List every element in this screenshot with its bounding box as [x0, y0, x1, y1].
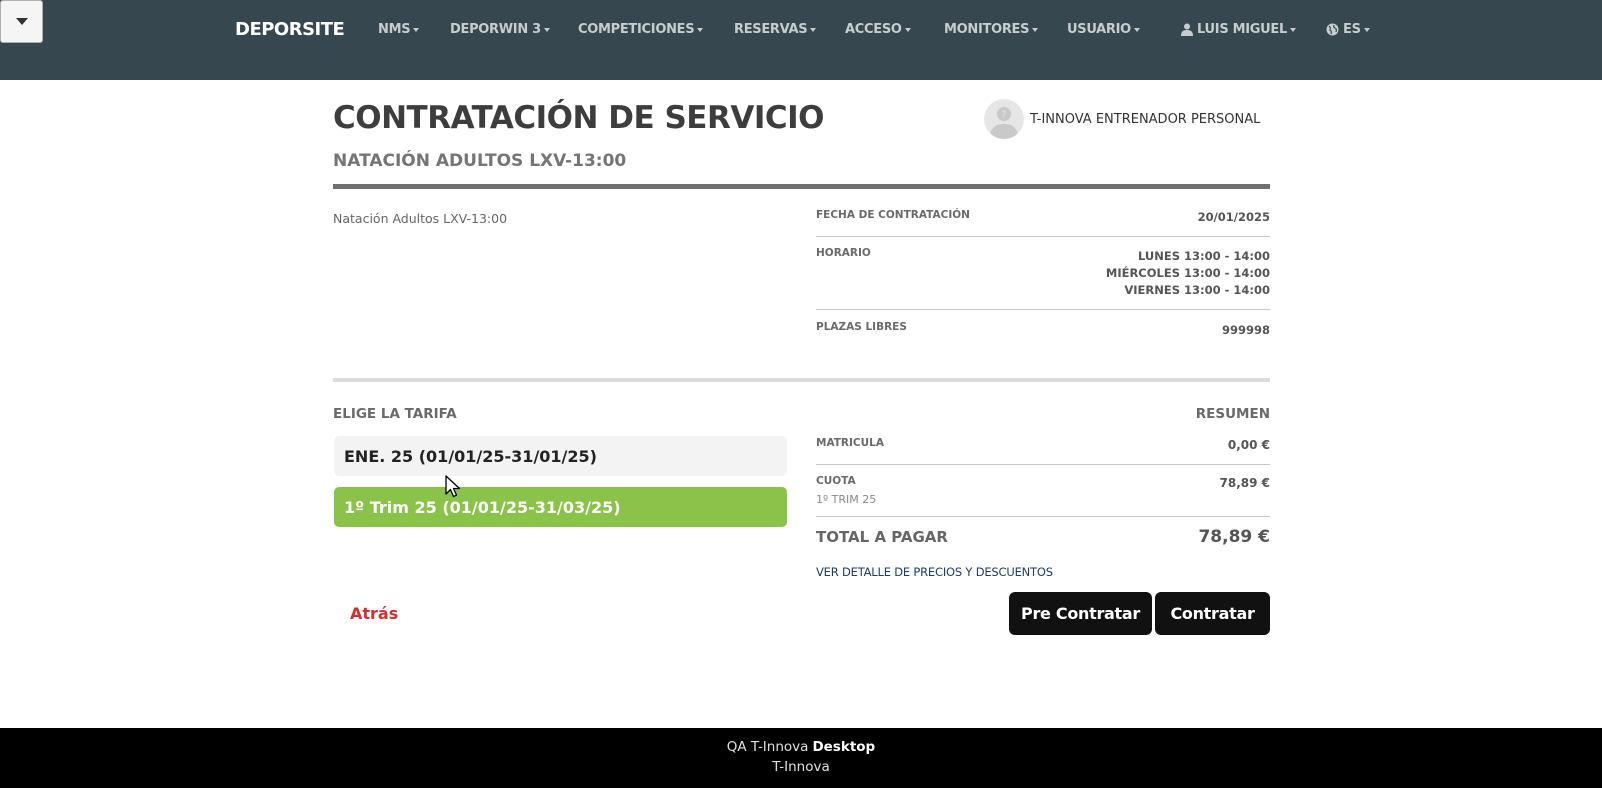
summary-divider	[816, 464, 1270, 465]
nav-item-label: USUARIO	[1067, 22, 1131, 37]
nav-item-reservas[interactable]: RESERVAS	[734, 22, 817, 37]
caret-down-icon	[1289, 27, 1296, 32]
nav-item-competiciones[interactable]: COMPETICIONES	[578, 22, 704, 37]
horario-line: MIÉRCOLES 13:00 - 14:00	[1105, 266, 1270, 280]
nav-item-label: RESERVAS	[734, 22, 808, 37]
horario-line: LUNES 13:00 - 14:00	[1137, 249, 1270, 263]
nav-item-usuario[interactable]: USUARIO	[1067, 22, 1140, 37]
nav-item-deporwin[interactable]: DEPORWIN 3	[450, 22, 550, 37]
nav-item-label: COMPETICIONES	[578, 22, 695, 37]
horario-label: HORARIO	[816, 247, 871, 259]
nav-item-label: ACCESO	[845, 22, 902, 37]
caret-down-icon	[904, 27, 911, 32]
pre-contract-button[interactable]: Pre Contratar	[1009, 592, 1152, 635]
summary-divider	[816, 516, 1270, 517]
nav-item-label: DEPORWIN 3	[450, 22, 541, 37]
price-detail-link[interactable]: VER DETALLE DE PRECIOS Y DESCUENTOS	[816, 565, 1053, 579]
info-row-plazas: PLAZAS LIBRES 999998	[816, 318, 1270, 348]
fecha-value: 20/01/2025	[1197, 210, 1270, 224]
total-value: 78,89 €	[1198, 527, 1270, 547]
plazas-label: PLAZAS LIBRES	[816, 321, 907, 333]
caret-down-icon	[413, 27, 420, 32]
globe-icon	[1326, 23, 1339, 36]
caret-down-icon	[697, 27, 704, 32]
user-name: LUIS MIGUEL	[1197, 22, 1287, 37]
nav-item-label: MONITORES	[944, 22, 1030, 37]
total-label: TOTAL A PAGAR	[816, 528, 948, 546]
caret-down-icon	[1133, 27, 1140, 32]
caret-down-icon	[1363, 27, 1370, 32]
resumen-label: RESUMEN	[1195, 406, 1270, 422]
summary-row-matricula: MATRICULA 0,00 €	[816, 437, 1270, 457]
trainer-info: ? T-INNOVA ENTRENADOR PERSONAL	[984, 99, 1260, 139]
brand-logo[interactable]: DEPORSITE	[235, 19, 345, 40]
plazas-value: 999998	[1221, 323, 1270, 337]
back-link[interactable]: Atrás	[350, 604, 398, 623]
section-divider	[333, 378, 1270, 382]
contract-button[interactable]: Contratar	[1155, 592, 1270, 635]
language-label: ES	[1343, 22, 1361, 37]
nav-item-monitores[interactable]: MONITORES	[944, 22, 1039, 37]
caret-down-icon	[1032, 27, 1039, 32]
tariff-option-trimestre[interactable]: 1º Trim 25 (01/01/25-31/03/25)	[334, 487, 787, 527]
header-divider	[333, 184, 1270, 189]
caret-down-icon	[810, 27, 817, 32]
matricula-value: 0,00 €	[1227, 438, 1270, 452]
info-row-horario: HORARIO LUNES 13:00 - 14:00 MIÉRCOLES 13…	[816, 244, 1270, 310]
caret-down-icon	[543, 27, 550, 32]
mouse-cursor-icon	[445, 475, 463, 503]
nav-user-menu[interactable]: LUIS MIGUEL	[1181, 22, 1296, 37]
footer-env: QA T-Innova	[726, 739, 809, 755]
trainer-name: T-INNOVA ENTRENADOR PERSONAL	[1030, 111, 1261, 127]
chevron-down-icon	[15, 18, 28, 25]
cuota-label: CUOTA	[816, 475, 856, 487]
page-title: CONTRATACIÓN DE SERVICIO	[333, 100, 825, 136]
nav-language-menu[interactable]: ES	[1326, 22, 1370, 37]
footer-mode: Desktop	[812, 739, 876, 755]
nav-item-nms[interactable]: NMS	[378, 22, 420, 37]
summary-row-cuota: CUOTA 1º TRIM 25 78,89 €	[816, 475, 1270, 511]
info-row-fecha: FECHA DE CONTRATACIÓN 20/01/2025	[816, 206, 1270, 237]
svg-text:?: ?	[1002, 110, 1007, 120]
tarifa-label: ELIGE LA TARIFA	[333, 406, 457, 422]
footer: QA T-Innova Desktop T-Innova	[0, 728, 1602, 788]
fecha-label: FECHA DE CONTRATACIÓN	[816, 209, 970, 221]
menu-toggle-button[interactable]	[0, 0, 43, 43]
top-navbar: DEPORSITE NMS DEPORWIN 3 COMPETICIONES R…	[0, 0, 1602, 80]
cuota-sublabel: 1º TRIM 25	[816, 493, 877, 506]
horario-line: VIERNES 13:00 - 14:00	[1124, 283, 1270, 297]
tariff-option-enero[interactable]: ENE. 25 (01/01/25-31/01/25)	[334, 436, 787, 476]
horario-value: LUNES 13:00 - 14:00 MIÉRCOLES 13:00 - 14…	[1106, 248, 1270, 299]
service-description: Natación Adultos LXV-13:00	[333, 211, 508, 226]
matricula-label: MATRICULA	[816, 437, 884, 449]
nav-item-label: NMS	[378, 22, 411, 37]
footer-line: QA T-Innova Desktop	[0, 739, 1602, 755]
avatar: ?	[984, 99, 1024, 139]
user-icon	[1181, 23, 1193, 36]
cuota-value: 78,89 €	[1219, 476, 1270, 490]
footer-company: T-Innova	[772, 759, 830, 775]
service-subtitle: NATACIÓN ADULTOS LXV-13:00	[333, 151, 627, 171]
nav-item-acceso[interactable]: ACCESO	[845, 22, 911, 37]
